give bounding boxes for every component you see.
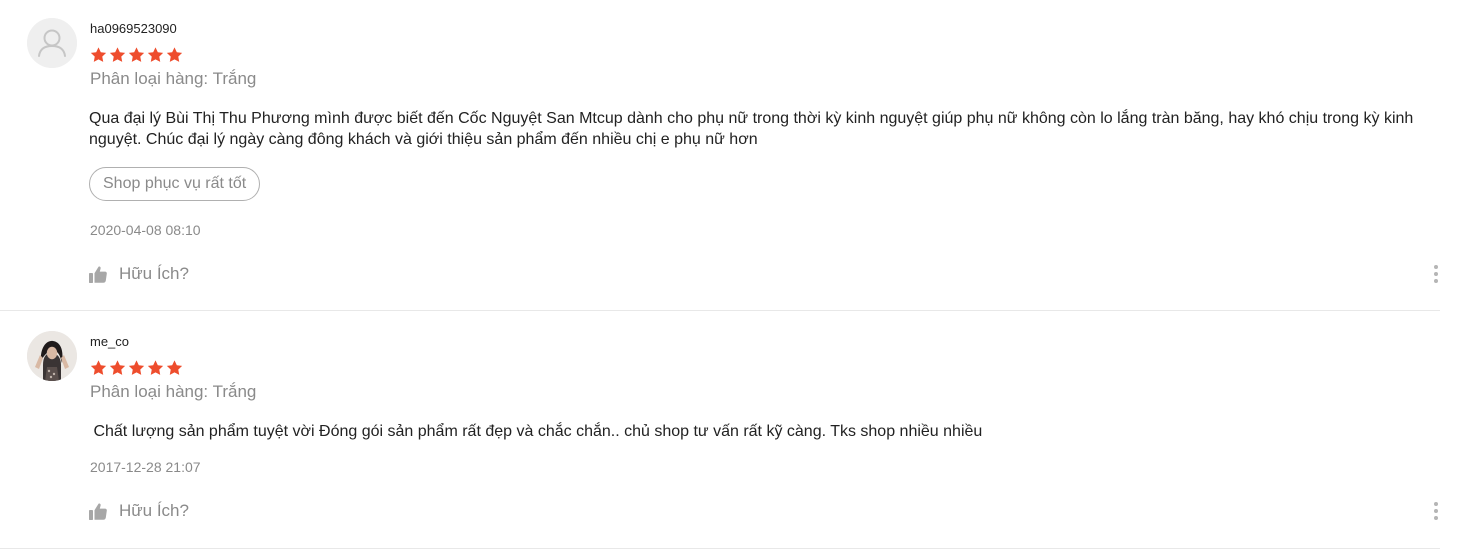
review-item: ha0969523090 Phân loại hàng: Trắng Qua đ… (0, 0, 1440, 311)
helpful-label: Hữu Ích? (119, 501, 189, 520)
more-vertical-icon (1434, 265, 1438, 269)
rating-stars (89, 46, 184, 64)
star-icon (166, 360, 183, 375)
star-icon (90, 47, 107, 62)
star-icon (109, 360, 126, 375)
product-variation: Phân loại hàng: Trắng (90, 382, 257, 401)
review-comment: Chất lượng sản phẩm tuyệt vời Đóng gói s… (89, 423, 983, 440)
star-icon (147, 360, 164, 375)
helpful-button[interactable]: Hữu Ích? (89, 500, 189, 522)
more-vertical-icon (1434, 272, 1438, 276)
review-date: 2020-04-08 08:10 (90, 222, 201, 238)
more-vertical-icon (1434, 502, 1438, 506)
thumbs-up-icon (89, 265, 107, 283)
default-user-icon (27, 18, 77, 68)
review-comment: Qua đại lý Bùi Thị Thu Phương mình được … (89, 110, 1414, 148)
user-avatar[interactable] (27, 18, 77, 68)
more-options-button[interactable] (1430, 262, 1442, 286)
user-avatar[interactable] (27, 331, 77, 381)
review-item: me_co Phân loại hàng: Trắng Chất lượng s… (0, 311, 1440, 549)
more-vertical-icon (1434, 509, 1438, 513)
review-date: 2017-12-28 21:07 (90, 459, 201, 475)
review-tag: Shop phục vụ rất tốt (89, 167, 261, 201)
star-icon (128, 47, 145, 62)
review-username[interactable]: me_co (90, 334, 129, 350)
helpful-button[interactable]: Hữu Ích? (89, 263, 189, 285)
star-icon (166, 47, 183, 62)
review-username[interactable]: ha0969523090 (90, 21, 177, 37)
more-vertical-icon (1434, 279, 1438, 283)
more-vertical-icon (1434, 516, 1438, 520)
product-variation: Phân loại hàng: Trắng (90, 69, 257, 88)
star-icon (128, 360, 145, 375)
rating-stars (89, 359, 184, 377)
user-photo (27, 331, 77, 381)
star-icon (109, 47, 126, 62)
more-options-button[interactable] (1430, 499, 1442, 523)
star-icon (90, 360, 107, 375)
thumbs-up-icon (89, 502, 107, 520)
star-icon (147, 47, 164, 62)
helpful-label: Hữu Ích? (119, 264, 189, 283)
